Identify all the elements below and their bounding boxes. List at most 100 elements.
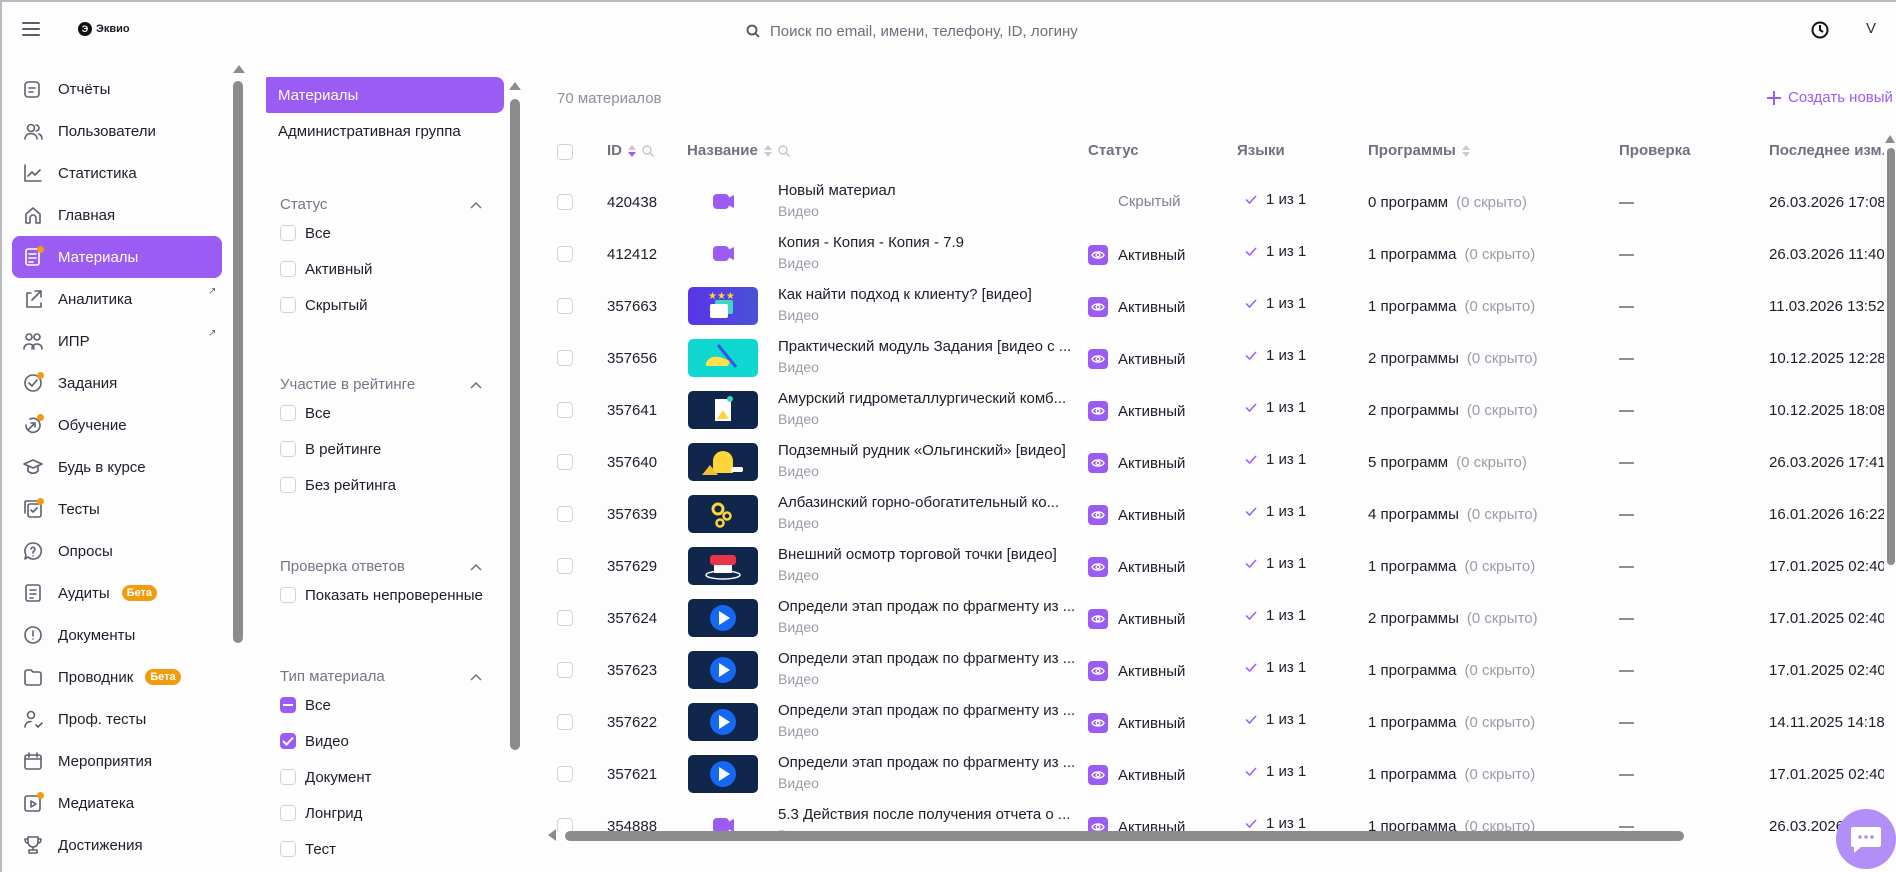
column-programs[interactable]: Программы [1368,142,1470,159]
table-row[interactable]: 357640 Подземный рудник «Ольгинский» [вид… [550,437,1884,489]
filter-checkbox[interactable] [280,477,296,493]
programs-count[interactable]: 1 программа [1368,298,1456,315]
filter-option[interactable]: Лонгрид [266,795,504,831]
table-row[interactable]: 357639 Албазинский горно-обогатительный к… [550,489,1884,541]
sidebar-item-медиатека[interactable]: Медиатека [12,782,222,824]
logo[interactable]: Э Эквио [78,22,130,36]
row-checkbox[interactable] [557,350,573,366]
sidebar-item-ипр[interactable]: ИПР ↗ [12,320,222,362]
filter-option[interactable]: Все [266,395,504,431]
filter-checkbox[interactable] [280,697,296,713]
sidebar-item-аналитика[interactable]: Аналитика ↗ [12,278,222,320]
programs-count[interactable]: 1 программа [1368,818,1456,832]
table-vertical-scrollbar[interactable] [1887,148,1895,565]
row-title[interactable]: Практический модуль Задания [видео с ... [778,338,1071,355]
chevron-up-icon[interactable] [470,558,482,575]
filter-option[interactable]: Тест [266,831,504,867]
column-id[interactable]: ID [607,142,654,159]
chevron-up-icon[interactable] [470,376,482,393]
sidebar-item-обучение[interactable]: Обучение [12,404,222,446]
row-title[interactable]: Албазинский горно-обогатительный ко... [778,494,1059,511]
filter-tab[interactable]: Материалы [266,77,504,113]
programs-count[interactable]: 2 программы [1368,402,1459,419]
row-checkbox[interactable] [557,246,573,262]
sidebar-item-проф-тесты[interactable]: Проф. тесты [12,698,222,740]
history-button[interactable] [1810,20,1830,45]
column-name[interactable]: Название [687,142,790,159]
row-title[interactable]: Определи этап продаж по фрагменту из ... [778,754,1075,771]
filter-checkbox[interactable] [280,805,296,821]
filter-option[interactable]: Видео [266,723,504,759]
filter-scroll-up-arrow[interactable] [509,82,521,90]
row-checkbox[interactable] [557,610,573,626]
table-row[interactable]: 357656 Практический модуль Задания [видео… [550,333,1884,385]
sidebar-item-главная[interactable]: Главная [12,194,222,236]
filter-group-header[interactable]: Тип материала [266,665,504,687]
row-checkbox[interactable] [557,818,573,832]
filter-option[interactable]: Показать непроверенные [266,577,504,613]
programs-count[interactable]: 0 программ [1368,194,1448,211]
table-row[interactable]: 354888 5.3 Действия после получения отчет… [550,801,1884,832]
filter-option[interactable]: Активный [266,251,504,287]
filter-checkbox[interactable] [280,733,296,749]
user-menu[interactable]: V [1866,20,1876,37]
row-checkbox[interactable] [557,506,573,522]
sidebar-scroll-up-arrow[interactable] [233,65,245,73]
global-search[interactable] [746,20,1446,42]
programs-count[interactable]: 4 программы [1368,506,1459,523]
table-scroll-left-arrow[interactable] [548,829,556,841]
sidebar-item-проводник[interactable]: Проводник Бета [12,656,222,698]
row-title[interactable]: Внешний осмотр торговой точки [видео] [778,546,1057,563]
table-row[interactable]: 357623 Определи этап продаж по фрагменту … [550,645,1884,697]
row-title[interactable]: Как найти подход к клиенту? [видео] [778,286,1032,303]
table-row[interactable]: 357622 Определи этап продаж по фрагменту … [550,697,1884,749]
sidebar-item-аудиты[interactable]: Аудиты Бета [12,572,222,614]
chevron-up-icon[interactable] [470,668,482,685]
row-title[interactable]: 5.3 Действия после получения отчета о ..… [778,806,1070,823]
row-checkbox[interactable] [557,402,573,418]
filter-checkbox[interactable] [280,841,296,857]
sidebar-item-достижения[interactable]: Достижения [12,824,222,866]
sort-icon[interactable] [1461,144,1470,157]
programs-count[interactable]: 2 программы [1368,350,1459,367]
filter-option[interactable]: Все [266,687,504,723]
sidebar-item-мероприятия[interactable]: Мероприятия [12,740,222,782]
row-checkbox[interactable] [557,662,573,678]
column-search-icon[interactable] [778,144,790,157]
filter-option[interactable]: Ссылка [266,867,504,872]
filter-checkbox[interactable] [280,405,296,421]
chevron-up-icon[interactable] [470,196,482,213]
filter-checkbox[interactable] [280,441,296,457]
filter-scrollbar[interactable] [510,99,520,750]
programs-count[interactable]: 1 программа [1368,766,1456,783]
row-checkbox[interactable] [557,714,573,730]
sidebar-item-материалы[interactable]: Материалы [12,236,222,278]
row-title[interactable]: Копия - Копия - Копия - 7.9 [778,234,964,251]
filter-checkbox[interactable] [280,225,296,241]
sidebar-item-тесты[interactable]: Тесты [12,488,222,530]
row-checkbox[interactable] [557,558,573,574]
sidebar-item-задания[interactable]: Задания [12,362,222,404]
row-title[interactable]: Новый материал [778,182,896,199]
filter-group-header[interactable]: Статус [266,193,504,215]
programs-count[interactable]: 5 программ [1368,454,1448,471]
sidebar-item-будь-в-курсе[interactable]: Будь в курсе [12,446,222,488]
sidebar-item-опросы[interactable]: Опросы [12,530,222,572]
filter-option[interactable]: Скрытый [266,287,504,323]
row-checkbox[interactable] [557,454,573,470]
row-checkbox[interactable] [557,194,573,210]
sidebar-item-статистика[interactable]: Статистика [12,152,222,194]
filter-group-header[interactable]: Участие в рейтинге [266,373,504,395]
table-row[interactable]: 420438 Новый материал Видео Скрытый 1 из 1 0 … [550,177,1884,229]
table-row[interactable]: 357624 Определи этап продаж по фрагменту … [550,593,1884,645]
programs-count[interactable]: 1 программа [1368,558,1456,575]
programs-count[interactable]: 1 программа [1368,714,1456,731]
sidebar-item-пользователи[interactable]: Пользователи [12,110,222,152]
table-row[interactable]: 357621 Определи этап продаж по фрагменту … [550,749,1884,801]
filter-checkbox[interactable] [280,587,296,603]
sidebar-item-документы[interactable]: Документы [12,614,222,656]
filter-option[interactable]: В рейтинге [266,431,504,467]
table-row[interactable]: 357641 Амурский гидрометаллургический ком… [550,385,1884,437]
sidebar-item-отчёты[interactable]: Отчёты [12,68,222,110]
filter-checkbox[interactable] [280,769,296,785]
